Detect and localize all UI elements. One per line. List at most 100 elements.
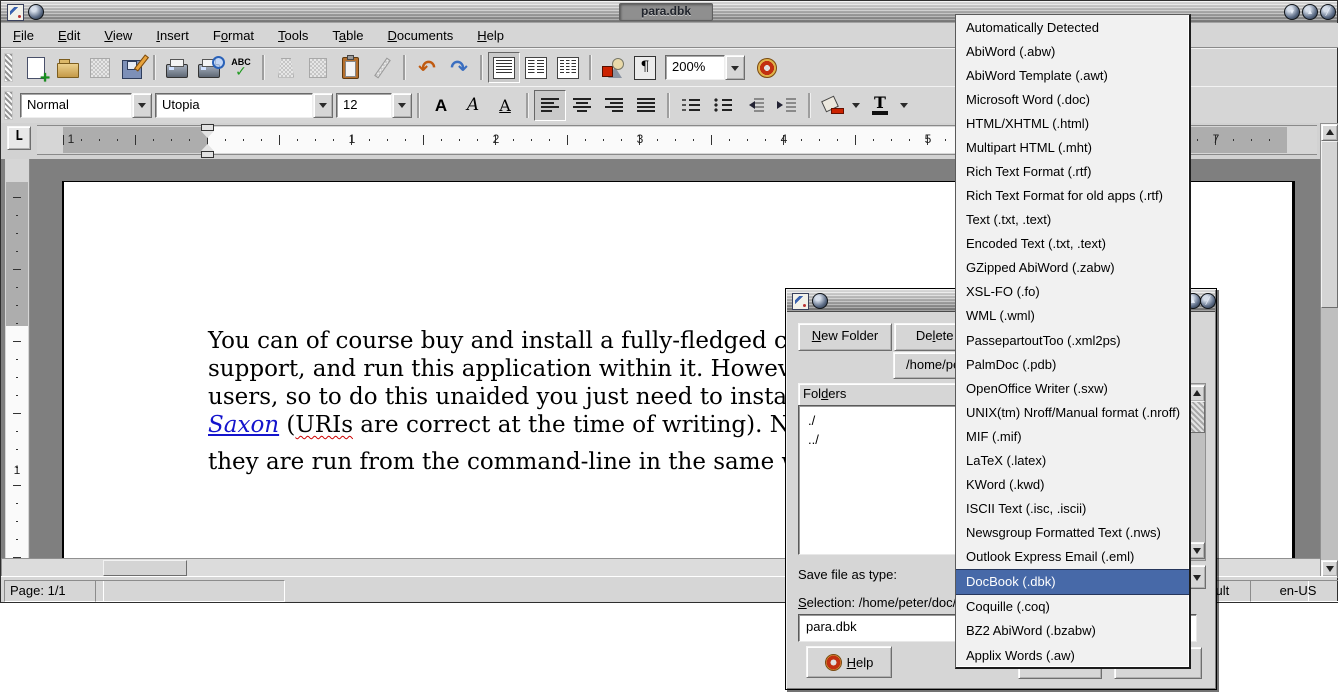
format-option[interactable]: Coquille (.coq) (956, 595, 1189, 619)
menu-item[interactable]: Insert (156, 28, 189, 43)
highlight-color-dropdown[interactable] (848, 90, 864, 121)
shade-button[interactable]: ▾ (1284, 4, 1300, 20)
format-option[interactable]: HTML/XHTML (.html) (956, 111, 1189, 135)
format-option[interactable]: PalmDoc (.pdb) (956, 352, 1189, 376)
align-justify-button[interactable] (630, 90, 662, 121)
menu-item[interactable]: View (104, 28, 132, 43)
dialog-close-button[interactable]: ╱ (1200, 293, 1216, 309)
vertical-scrollbar-thumb[interactable] (1321, 141, 1338, 308)
align-center-button[interactable] (566, 90, 598, 121)
format-option[interactable]: Encoded Text (.txt, .text) (956, 232, 1189, 256)
format-option[interactable]: Outlook Express Email (.eml) (956, 545, 1189, 569)
toolbar-grip[interactable] (4, 91, 13, 120)
format-option[interactable]: OpenOffice Writer (.sxw) (956, 376, 1189, 400)
two-columns-button[interactable] (520, 52, 552, 83)
zoom-value[interactable]: 200% (665, 55, 725, 80)
vertical-scrollbar[interactable] (1320, 123, 1338, 578)
print-preview-button[interactable] (193, 52, 225, 83)
zoom-dropdown-button[interactable] (725, 55, 745, 80)
save-as-button[interactable] (116, 52, 148, 83)
format-option[interactable]: BZ2 AbiWord (.bzabw) (956, 619, 1189, 643)
style-dropdown-button[interactable] (132, 93, 152, 118)
close-button[interactable]: ╱ (1320, 4, 1336, 20)
format-option[interactable]: Newsgroup Formatted Text (.nws) (956, 521, 1189, 545)
font-color-button[interactable]: T (864, 90, 896, 121)
paste-button[interactable] (334, 52, 366, 83)
numbered-list-button[interactable] (675, 90, 707, 121)
format-option[interactable]: XSL-FO (.fo) (956, 280, 1189, 304)
horizontal-scrollbar-thumb[interactable] (103, 560, 187, 576)
files-scrollbar-thumb[interactable] (1189, 401, 1205, 433)
align-left-button[interactable] (534, 90, 566, 121)
undo-button[interactable]: ↶ (411, 52, 443, 83)
files-scroll-down-button[interactable] (1189, 542, 1205, 559)
new-folder-button[interactable]: New Folder (798, 323, 892, 351)
left-indent-marker[interactable] (201, 144, 214, 158)
format-option[interactable]: AbiWord Template (.awt) (956, 63, 1189, 87)
menu-item[interactable]: Documents (388, 28, 454, 43)
format-option[interactable]: DocBook (.dbk) (956, 569, 1189, 595)
font-size-value[interactable]: 12 (336, 93, 392, 118)
one-column-button[interactable] (488, 52, 520, 83)
bold-button[interactable]: A (425, 90, 457, 121)
menu-item[interactable]: Help (477, 28, 504, 43)
align-right-button[interactable] (598, 90, 630, 121)
menu-item[interactable]: Format (213, 28, 254, 43)
new-document-button[interactable] (20, 52, 52, 83)
highlight-color-button[interactable] (816, 90, 848, 121)
font-dropdown-button[interactable] (313, 93, 333, 118)
format-option[interactable]: Microsoft Word (.doc) (956, 87, 1189, 111)
window-menu-button[interactable] (28, 4, 44, 20)
first-line-indent-marker[interactable] (201, 124, 214, 138)
format-option[interactable]: Text (.txt, .text) (956, 208, 1189, 232)
menu-item[interactable]: Tools (278, 28, 308, 43)
toolbar-grip[interactable] (4, 53, 13, 82)
spellcheck-button[interactable]: ABC ✓ (225, 52, 257, 83)
format-option[interactable]: PassepartoutToo (.xml2ps) (956, 328, 1189, 352)
font-size-dropdown-button[interactable] (392, 93, 412, 118)
format-option[interactable]: GZipped AbiWord (.zabw) (956, 256, 1189, 280)
format-option[interactable]: ISCII Text (.isc, .iscii) (956, 497, 1189, 521)
vertical-ruler[interactable]: 1 (5, 159, 30, 558)
format-option[interactable]: LaTeX (.latex) (956, 448, 1189, 472)
menu-item[interactable]: File (13, 28, 34, 43)
format-option[interactable]: Applix Words (.aw) (956, 643, 1189, 667)
menu-item[interactable]: Edit (58, 28, 80, 43)
open-button[interactable] (52, 52, 84, 83)
redo-button[interactable]: ↷ (443, 52, 475, 83)
format-option[interactable]: UNIX(tm) Nroff/Manual format (.nroff) (956, 400, 1189, 424)
print-button[interactable] (161, 52, 193, 83)
format-option[interactable]: Automatically Detected (956, 15, 1189, 39)
format-option[interactable]: Rich Text Format (.rtf) (956, 159, 1189, 183)
font-value[interactable]: Utopia (155, 93, 313, 118)
hyperlink-saxon[interactable]: Saxon (208, 412, 279, 438)
tab-stop-selector[interactable]: L (7, 126, 31, 150)
scroll-down-button[interactable] (1321, 560, 1338, 577)
scroll-up-button[interactable] (1321, 124, 1338, 141)
decrease-indent-button[interactable] (739, 90, 771, 121)
show-formatting-marks-button[interactable]: ¶ (629, 52, 661, 83)
format-option[interactable]: Multipart HTML (.mht) (956, 135, 1189, 159)
underline-button[interactable]: A (489, 90, 521, 121)
format-option[interactable]: Rich Text Format for old apps (.rtf) (956, 184, 1189, 208)
files-scroll-up-button[interactable] (1189, 385, 1205, 402)
format-option[interactable]: WML (.wml) (956, 304, 1189, 328)
menu-item[interactable]: Table (332, 28, 363, 43)
dialog-window-menu-button[interactable] (812, 293, 828, 309)
help-button[interactable]: Help (806, 646, 892, 678)
maximize-button[interactable]: ▴ (1302, 4, 1318, 20)
three-columns-button[interactable] (552, 52, 584, 83)
chevron-down-icon (731, 66, 739, 75)
format-option[interactable]: AbiWord (.abw) (956, 39, 1189, 63)
style-value[interactable]: Normal (20, 93, 132, 118)
format-option[interactable]: KWord (.kwd) (956, 472, 1189, 496)
italic-button[interactable]: A (457, 90, 489, 121)
bullet-list-button[interactable] (707, 90, 739, 121)
status-language-cell[interactable]: en-US (1250, 580, 1338, 602)
insert-graphic-button[interactable] (597, 52, 629, 83)
font-color-dropdown[interactable] (896, 90, 912, 121)
format-option[interactable]: MIF (.mif) (956, 424, 1189, 448)
file-format-dropdown-list: Automatically DetectedAbiWord (.abw)AbiW… (955, 14, 1191, 669)
help-button[interactable] (751, 52, 783, 83)
increase-indent-button[interactable] (771, 90, 803, 121)
